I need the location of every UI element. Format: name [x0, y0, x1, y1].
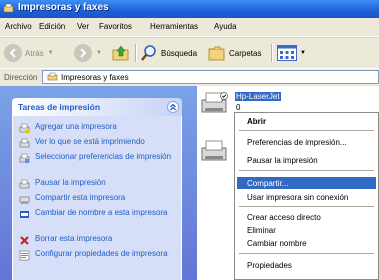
task-label: Seleccionar preferencias de impresión: [35, 152, 172, 161]
add-printer-icon: [19, 123, 30, 134]
task-panel-body: Agregar una impresora Ver lo que se está…: [12, 116, 182, 280]
menu-archivo[interactable]: Archivo: [5, 22, 32, 31]
menu-edicion[interactable]: Edición: [39, 22, 65, 31]
up-folder-icon: [112, 45, 129, 61]
task-label: Borrar esta impresora: [35, 234, 113, 243]
forward-button[interactable]: ▼: [74, 42, 102, 64]
window-title: Impresoras y faxes: [18, 2, 109, 13]
folders-icon: [208, 46, 225, 61]
printer-folder-icon: [3, 3, 14, 13]
views-grid-icon: [277, 45, 297, 61]
printer-document-count: 0: [236, 103, 241, 112]
task-printer-properties[interactable]: Configurar propiedades de impresora: [19, 249, 175, 261]
folders-label: Carpetas: [229, 48, 262, 58]
printers-and-faxes-window: Impresoras y faxes Archivo Edición Ver F…: [0, 0, 379, 280]
menu-separator: [239, 130, 374, 131]
menu-separator: [239, 253, 374, 254]
search-icon: [141, 45, 156, 61]
context-menu-open[interactable]: Abrir: [247, 117, 266, 126]
task-select-preferences[interactable]: Seleccionar preferencias de impresión: [19, 152, 175, 164]
search-button[interactable]: Búsqueda: [140, 42, 197, 64]
context-menu-share[interactable]: Compartir...: [247, 179, 288, 188]
back-dropdown-icon[interactable]: ▼: [48, 50, 54, 56]
back-arrow-icon: [4, 44, 22, 62]
forward-dropdown-icon[interactable]: ▼: [96, 50, 102, 56]
task-panel-title: Tareas de impresión: [18, 102, 101, 112]
menu-bar: Archivo Edición Ver Favoritos Herramient…: [0, 18, 379, 37]
task-share-printer[interactable]: Compartir esta impresora: [19, 193, 175, 205]
context-menu-rename[interactable]: Cambiar nombre: [247, 239, 307, 248]
menu-ayuda[interactable]: Ayuda: [214, 22, 237, 31]
printer-name[interactable]: Hp-LaserJet: [235, 92, 281, 101]
toolbar-separator: [271, 44, 273, 62]
context-menu-delete[interactable]: Eliminar: [247, 226, 276, 235]
task-label: Agregar una impresora: [35, 122, 117, 131]
pause-printer-icon: [19, 179, 30, 189]
menu-ver[interactable]: Ver: [77, 22, 89, 31]
views-dropdown-icon: ▼: [300, 50, 306, 56]
up-folder-button[interactable]: [112, 42, 130, 64]
properties-icon: [19, 250, 30, 261]
printer-folder-icon: [47, 72, 58, 81]
context-menu-properties[interactable]: Propiedades: [247, 261, 292, 270]
menu-favoritos[interactable]: Favoritos: [99, 22, 132, 31]
task-delete-printer[interactable]: Borrar esta impresora: [19, 234, 175, 246]
forward-arrow-icon: [74, 44, 92, 62]
task-label: Compartir esta impresora: [35, 193, 126, 202]
rename-icon: [20, 211, 29, 218]
title-bar[interactable]: Impresoras y faxes: [0, 0, 379, 18]
printer-icon[interactable]: [200, 138, 230, 164]
context-menu: Abrir Preferencias de impresión... Pausa…: [234, 112, 379, 280]
task-pane: Tareas de impresión Agregar una impresor…: [0, 86, 197, 280]
delete-x-icon: [20, 236, 29, 245]
address-bar: Dirección Impresoras y faxes: [0, 68, 379, 87]
toolbar: Atrás ▼ ▼ Búsqueda Carpetas ▼: [0, 37, 379, 68]
context-menu-use-offline[interactable]: Usar impresora sin conexión: [247, 193, 348, 202]
preferences-icon: [19, 153, 30, 163]
task-label: Ver lo que se está imprimiendo: [35, 137, 145, 146]
folders-button[interactable]: Carpetas: [208, 42, 261, 64]
context-menu-print-preferences[interactable]: Preferencias de impresión...: [247, 138, 347, 147]
views-button[interactable]: ▼: [277, 42, 306, 64]
search-label: Búsqueda: [161, 48, 198, 58]
context-menu-create-shortcut[interactable]: Crear acceso directo: [247, 213, 321, 222]
task-label: Configurar propiedades de impresora: [35, 249, 168, 258]
back-label: Atrás: [25, 48, 44, 58]
address-field[interactable]: Impresoras y faxes: [42, 70, 379, 84]
menu-herramientas[interactable]: Herramientas: [150, 22, 198, 31]
collapse-chevron-icon[interactable]: [167, 101, 179, 113]
task-pause-printing[interactable]: Pausar la impresión: [19, 178, 175, 190]
task-panel-header[interactable]: Tareas de impresión: [12, 98, 182, 116]
task-add-printer[interactable]: Agregar una impresora: [19, 122, 175, 134]
context-menu-pause-printing[interactable]: Pausar la impresión: [247, 156, 318, 165]
menu-separator: [239, 206, 374, 207]
back-button[interactable]: Atrás ▼: [4, 42, 54, 64]
task-see-printing[interactable]: Ver lo que se está imprimiendo: [19, 137, 175, 149]
print-queue-icon: [19, 138, 30, 148]
task-label: Pausar la impresión: [35, 178, 106, 187]
address-value: Impresoras y faxes: [61, 73, 129, 82]
address-label: Dirección: [4, 73, 38, 82]
share-printer-icon: [19, 196, 30, 205]
task-label: Cambiar de nombre a esta impresora: [35, 208, 168, 217]
task-rename-printer[interactable]: Cambiar de nombre a esta impresora: [19, 208, 175, 220]
menu-separator: [239, 170, 374, 171]
printer-icon[interactable]: [200, 90, 230, 116]
toolbar-separator: [135, 44, 137, 62]
